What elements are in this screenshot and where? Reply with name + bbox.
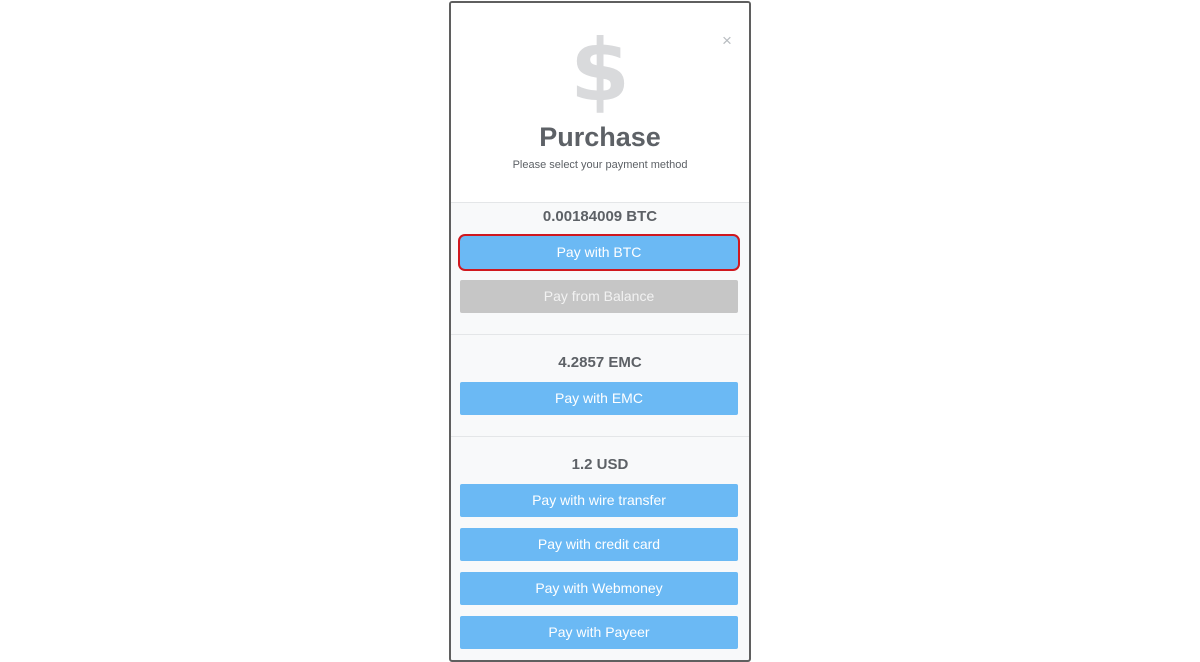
pay-with-wire-transfer-button[interactable]: Pay with wire transfer: [460, 484, 738, 517]
pay-with-emc-button[interactable]: Pay with EMC: [460, 382, 738, 415]
pay-with-btc-button[interactable]: Pay with BTC: [460, 236, 738, 269]
purchase-modal: $ × Purchase Please select your payment …: [449, 1, 751, 662]
close-icon[interactable]: ×: [719, 31, 735, 51]
modal-header: $ × Purchase Please select your payment …: [451, 3, 749, 203]
btc-section: 0.00184009 BTC Pay with BTC Pay from Bal…: [451, 203, 749, 335]
pay-with-credit-card-button[interactable]: Pay with credit card: [460, 528, 738, 561]
pay-with-payeer-button[interactable]: Pay with Payeer: [460, 616, 738, 649]
modal-subtitle: Please select your payment method: [512, 159, 688, 171]
pay-with-webmoney-button[interactable]: Pay with Webmoney: [460, 572, 738, 605]
dollar-icon: $: [570, 21, 630, 121]
emc-amount: 4.2857 EMC: [558, 354, 642, 371]
usd-amount: 1.2 USD: [571, 456, 629, 473]
usd-section: 1.2 USD Pay with wire transfer Pay with …: [451, 437, 749, 660]
emc-section: 4.2857 EMC Pay with EMC: [451, 335, 749, 437]
modal-title: Purchase: [539, 122, 661, 152]
btc-amount: 0.00184009 BTC: [542, 208, 658, 225]
pay-from-balance-button[interactable]: Pay from Balance: [460, 280, 738, 313]
